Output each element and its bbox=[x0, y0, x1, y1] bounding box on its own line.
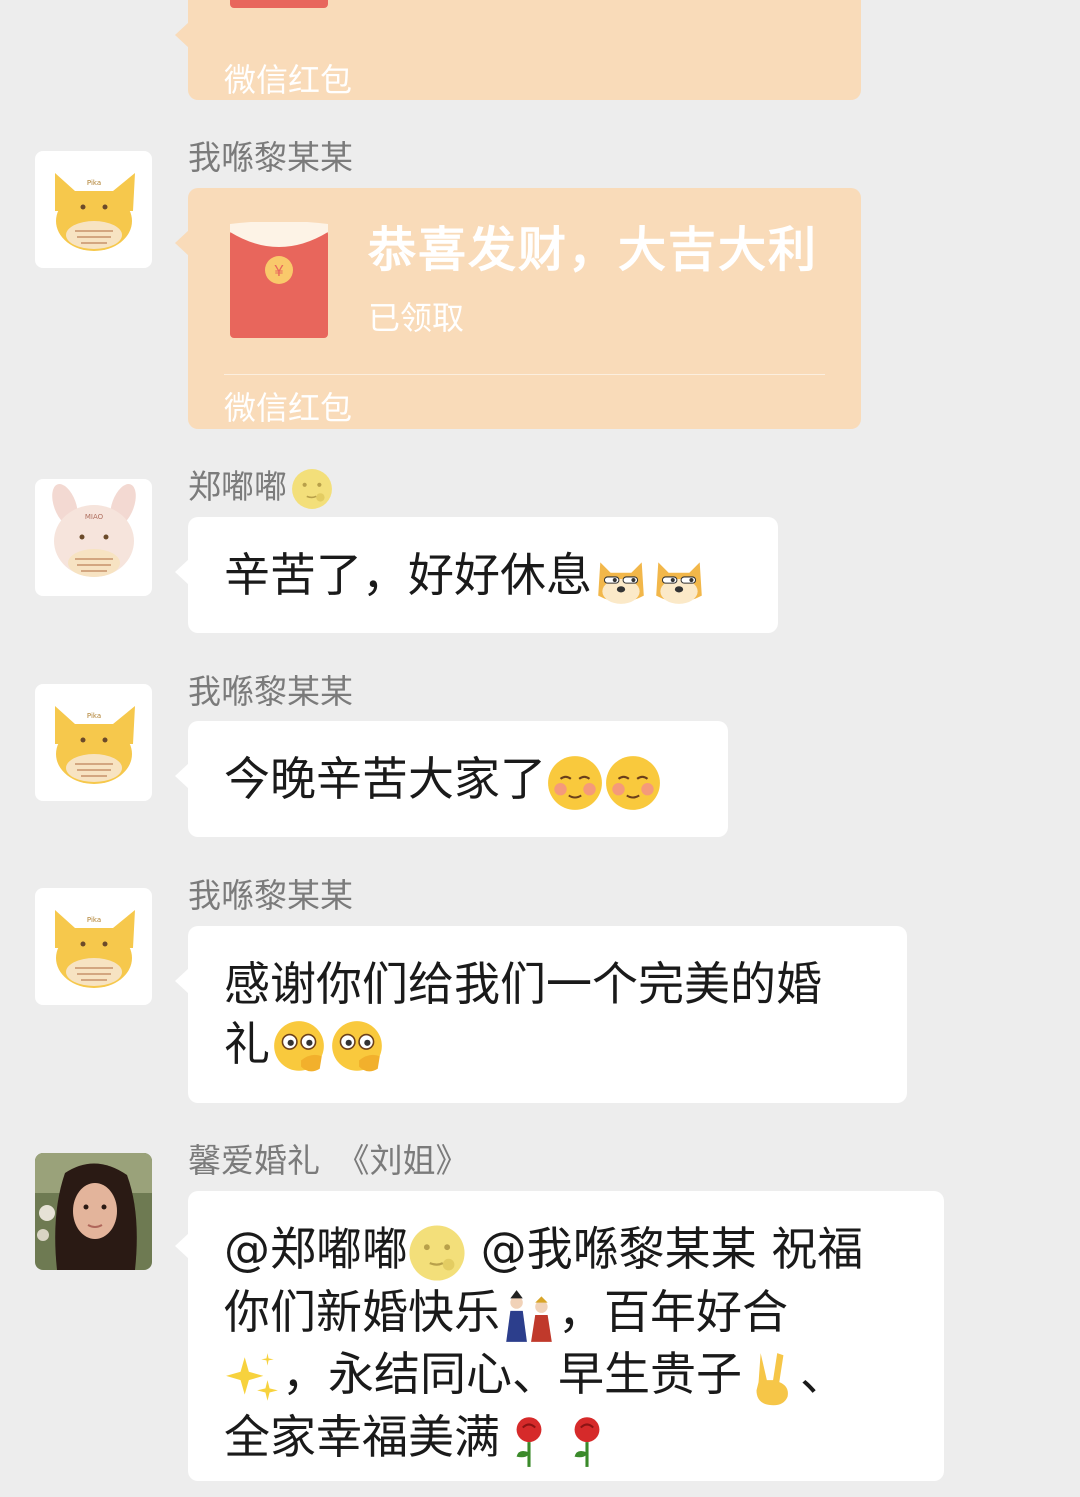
red-packet-bubble[interactable]: 微信红包 bbox=[175, 0, 861, 100]
message-text-line: @郑嘟嘟 @我喺黎某某 祝福 bbox=[224, 1219, 908, 1282]
svg-text:Pika: Pika bbox=[87, 916, 101, 924]
red-packet-envelope-edge bbox=[230, 0, 328, 8]
bunny-hat-avatar: MIAO bbox=[52, 483, 136, 577]
red-packet-bubble[interactable]: ¥ 恭喜发财，大吉大利 已领取 微信红包 bbox=[175, 188, 861, 429]
doge-icon bbox=[650, 550, 708, 608]
message-text: 感谢你们给我们一个完美的婚 礼 bbox=[188, 926, 907, 1105]
svg-text:Pika: Pika bbox=[87, 179, 101, 187]
message-text-content: 全家幸福美满 bbox=[224, 1409, 500, 1464]
yellow-cat-hat-avatar: Pika bbox=[55, 173, 135, 251]
message-text-line: 感谢你们给我们一个完美的婚 bbox=[224, 957, 822, 1011]
moon-face-icon bbox=[291, 468, 333, 510]
avatar[interactable]: Pika bbox=[35, 888, 152, 1005]
red-packet-footer-label: 微信红包 bbox=[224, 61, 353, 99]
message-bubble[interactable]: @郑嘟嘟 @我喺黎某某 祝福 你们新婚快乐 ，百年好合 ，永结同心、早生贵子 、… bbox=[175, 1191, 944, 1481]
red-envelope-icon: ¥ bbox=[230, 222, 328, 338]
message-text-line: ，永结同心、早生贵子 、 bbox=[224, 1344, 908, 1407]
sender-name-text: 郑嘟嘟 bbox=[188, 467, 287, 506]
sparkles-icon bbox=[224, 1349, 282, 1407]
divider bbox=[224, 374, 825, 375]
message-bubble[interactable]: 今晚辛苦大家了 bbox=[175, 721, 728, 840]
message-text-content: ，永结同心、早生贵子 bbox=[282, 1347, 742, 1401]
dolls-icon bbox=[500, 1286, 558, 1344]
avatar[interactable]: Pika bbox=[35, 151, 152, 268]
rose-icon bbox=[558, 1411, 616, 1469]
message-bubble[interactable]: 辛苦了，好好休息 bbox=[175, 517, 778, 636]
blush-face-icon bbox=[546, 754, 604, 812]
message-text: 辛苦了，好好休息 bbox=[188, 517, 778, 636]
sender-name: 我喺黎某某 bbox=[188, 138, 353, 177]
avatar[interactable]: MIAO bbox=[35, 479, 152, 596]
message-text-content: 礼 bbox=[224, 1017, 270, 1071]
red-packet-status: 已领取 bbox=[368, 299, 465, 337]
svg-text:¥: ¥ bbox=[274, 263, 284, 280]
red-packet-footer-label: 微信红包 bbox=[224, 389, 353, 427]
moon-face-icon bbox=[408, 1224, 466, 1282]
sender-name: 我喺黎某某 bbox=[188, 876, 353, 915]
message-text-line: 全家幸福美满 bbox=[224, 1407, 908, 1470]
message-text-content: @我喺黎某某 祝福 bbox=[466, 1222, 864, 1276]
message-text-line: 你们新婚快乐 ，百年好合 bbox=[224, 1282, 908, 1345]
message-text-content: ，百年好合 bbox=[558, 1284, 788, 1339]
svg-text:MIAO: MIAO bbox=[85, 513, 104, 521]
message-text: @郑嘟嘟 @我喺黎某某 祝福 你们新婚快乐 ，百年好合 ，永结同心、早生贵子 、… bbox=[188, 1191, 944, 1497]
message-text-content: 、 bbox=[800, 1347, 846, 1401]
sender-name: 馨爱婚礼 《刘姐》 bbox=[188, 1141, 469, 1180]
victory-hand-icon bbox=[742, 1349, 800, 1407]
message-text-content: 你们新婚快乐 bbox=[224, 1284, 500, 1339]
avatar[interactable]: Pika bbox=[35, 684, 152, 801]
woman-photo-avatar bbox=[35, 1153, 152, 1270]
blush-face-icon bbox=[604, 754, 662, 812]
message-text-content: 辛苦了，好好休息 bbox=[224, 548, 592, 602]
message-text-line: 礼 bbox=[224, 1014, 871, 1077]
red-packet-title: 恭喜发财，大吉大利 bbox=[368, 222, 819, 278]
sender-name: 我喺黎某某 bbox=[188, 672, 353, 711]
avatar[interactable] bbox=[35, 1153, 152, 1270]
sender-name: 郑嘟嘟 bbox=[188, 467, 333, 510]
thinking-face-icon bbox=[328, 1019, 386, 1077]
message-text: 今晚辛苦大家了 bbox=[188, 721, 728, 840]
svg-text:Pika: Pika bbox=[87, 712, 101, 720]
yellow-cat-hat-avatar: Pika bbox=[55, 706, 135, 784]
rose-icon bbox=[500, 1411, 558, 1469]
yellow-cat-hat-avatar: Pika bbox=[55, 910, 135, 988]
doge-icon bbox=[592, 550, 650, 608]
message-bubble[interactable]: 感谢你们给我们一个完美的婚 礼 bbox=[175, 926, 907, 1105]
thinking-face-icon bbox=[270, 1019, 328, 1077]
message-text-content: 今晚辛苦大家了 bbox=[224, 752, 546, 806]
mention[interactable]: @郑嘟嘟 bbox=[224, 1222, 408, 1276]
